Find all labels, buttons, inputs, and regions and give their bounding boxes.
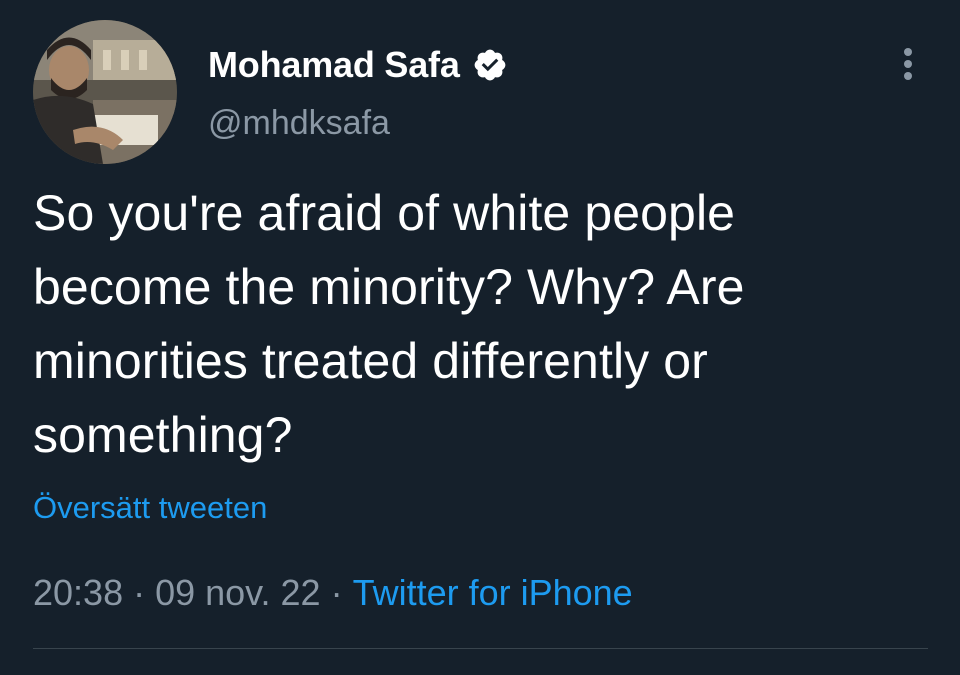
translate-tweet-link[interactable]: Översätt tweeten <box>33 490 267 526</box>
verified-badge-icon <box>472 47 508 83</box>
more-options-icon[interactable] <box>888 44 928 84</box>
tweet-date[interactable]: 09 nov. 22 <box>155 572 320 613</box>
avatar-photo-icon <box>33 20 177 164</box>
author-display-name[interactable]: Mohamad Safa <box>208 44 460 86</box>
tweet-card: Mohamad Safa @mhdksafa So you're afraid … <box>0 0 960 675</box>
divider <box>33 648 928 649</box>
tweet-source-link[interactable]: Twitter for iPhone <box>353 572 633 613</box>
author-name-row: Mohamad Safa <box>208 40 508 90</box>
tweet-time[interactable]: 20:38 <box>33 572 123 613</box>
tweet-text: So you're afraid of white people become … <box>33 185 745 463</box>
meta-separator: · <box>133 572 146 613</box>
avatar[interactable] <box>33 20 177 164</box>
meta-separator: · <box>330 572 343 613</box>
author-handle[interactable]: @mhdksafa <box>208 104 390 143</box>
tweet-metadata: 20:38 · 09 nov. 22 · Twitter for iPhone <box>33 572 633 614</box>
